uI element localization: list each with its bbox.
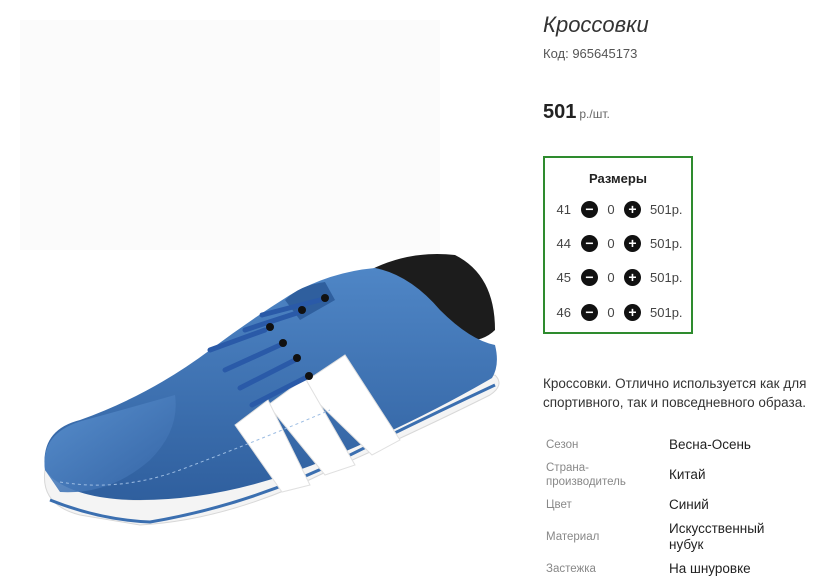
size-label: 45 bbox=[556, 269, 571, 285]
size-price: 501р. bbox=[650, 304, 683, 320]
size-row: 46 − 0 + 501р. bbox=[545, 301, 683, 323]
property-label: Цвет bbox=[546, 499, 572, 511]
size-price: 501р. bbox=[650, 201, 683, 217]
property-value: Китай bbox=[669, 467, 706, 482]
sizes-title: Размеры bbox=[589, 171, 647, 186]
product-price: 501 р./шт. bbox=[543, 101, 610, 124]
size-row: 44 − 0 + 501р. bbox=[545, 232, 683, 254]
property-value: Синий bbox=[669, 497, 709, 512]
sneaker-illustration bbox=[20, 20, 500, 526]
plus-icon[interactable]: + bbox=[624, 200, 641, 218]
plus-icon[interactable]: + bbox=[624, 234, 641, 252]
product-code: Код: 965645173 bbox=[543, 46, 638, 61]
size-label: 41 bbox=[556, 201, 571, 217]
minus-icon[interactable]: − bbox=[581, 234, 598, 252]
size-price: 501р. bbox=[650, 235, 683, 251]
property-label: Материал bbox=[546, 531, 600, 543]
quantity-value[interactable]: 0 bbox=[598, 202, 624, 217]
product-description: Кроссовки. Отлично используется как для … bbox=[543, 376, 807, 410]
property-value: Искусственный нубук bbox=[669, 521, 765, 552]
property-label: Сезон bbox=[546, 439, 579, 451]
price-value: 501 bbox=[543, 101, 577, 123]
plus-icon[interactable]: + bbox=[624, 303, 641, 321]
minus-icon[interactable]: − bbox=[581, 303, 598, 321]
quantity-value[interactable]: 0 bbox=[598, 270, 624, 285]
size-label: 44 bbox=[556, 235, 571, 251]
property-value: Весна-Осень bbox=[669, 437, 751, 452]
size-row: 45 − 0 + 501р. bbox=[545, 266, 683, 288]
size-row: 41 − 0 + 501р. bbox=[545, 198, 683, 220]
quantity-value[interactable]: 0 bbox=[598, 236, 624, 251]
quantity-value[interactable]: 0 bbox=[598, 305, 624, 320]
property-value: На шнуровке bbox=[669, 561, 751, 576]
product-image[interactable] bbox=[0, 0, 520, 588]
sizes-selector: Размеры 41 − 0 + 501р. 44 − 0 + 501р. 45… bbox=[543, 156, 693, 334]
minus-icon[interactable]: − bbox=[581, 268, 598, 286]
size-price: 501р. bbox=[650, 269, 683, 285]
plus-icon[interactable]: + bbox=[624, 268, 641, 286]
size-label: 46 bbox=[556, 304, 571, 320]
price-unit: р./шт. bbox=[579, 107, 610, 121]
property-label: Страна-производитель bbox=[546, 462, 626, 488]
product-title: Кроссовки bbox=[543, 12, 649, 37]
minus-icon[interactable]: − bbox=[581, 200, 598, 218]
property-label: Застежка bbox=[546, 563, 596, 575]
